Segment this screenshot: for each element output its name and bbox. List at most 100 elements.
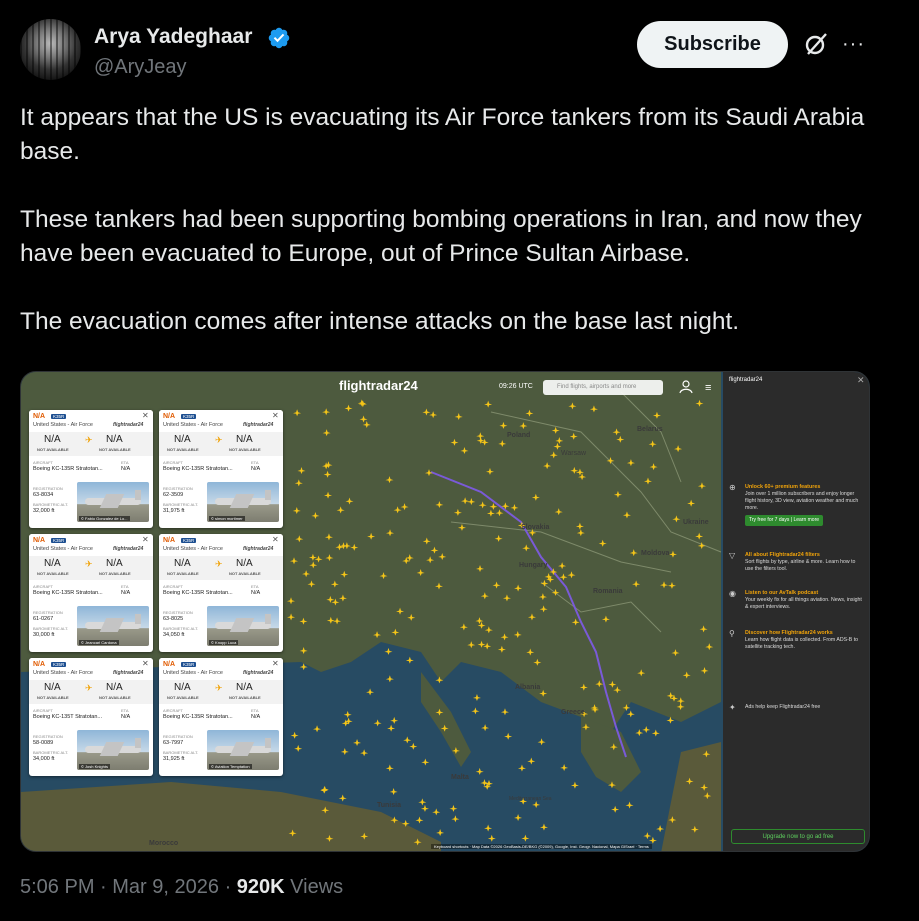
registration-label: REGISTRATION — [33, 734, 63, 739]
altitude-value: 31,975 ft — [163, 508, 185, 514]
antenna-icon: ⚲ — [729, 629, 735, 638]
plane-icon: ✈ — [85, 435, 93, 445]
eta-label: ETA — [121, 584, 129, 589]
destination-sub: NOT AVAILABLE — [99, 695, 131, 700]
close-icon[interactable]: ✕ — [142, 411, 149, 420]
destination: N/A — [236, 558, 253, 569]
subscribe-button[interactable]: Subscribe — [637, 21, 788, 68]
map-label: Moldova — [641, 550, 670, 557]
how-it-works-promo[interactable]: ⚲ Discover how Flightradar24 works Learn… — [729, 629, 865, 651]
flight-card[interactable]: N/A K35R ✕ United States - Air Force fli… — [159, 658, 283, 776]
flight-card[interactable]: N/A K35R ✕ United States - Air Force fli… — [29, 534, 153, 652]
aircraft-value: Boeing KC-135T Stratotan... — [33, 714, 102, 720]
airline-name: United States - Air Force — [163, 422, 223, 428]
flight-card[interactable]: N/A K35R ✕ United States - Air Force fli… — [29, 658, 153, 776]
destination-sub: NOT AVAILABLE — [99, 571, 131, 576]
flight-card[interactable]: N/A K35R ✕ United States - Air Force fli… — [159, 534, 283, 652]
flightradar-logo: flightradar24 — [339, 378, 418, 393]
tweet-header: Arya Yadeghaar @AryJeay Subscribe ··· — [0, 0, 919, 90]
registration-value: 63-8025 — [163, 616, 184, 622]
origin: N/A — [174, 558, 191, 569]
eta-label: ETA — [121, 708, 129, 713]
eta-value: N/A — [251, 466, 261, 472]
views-label: Views — [290, 876, 344, 898]
aircraft-label: AIRCRAFT — [33, 460, 53, 465]
callsign: N/A — [33, 413, 46, 420]
aircraft-type-badge: K35R — [181, 662, 197, 667]
eta-label: ETA — [251, 708, 259, 713]
close-icon[interactable]: ✕ — [142, 659, 149, 668]
plane-icon: ✈ — [215, 559, 223, 569]
origin: N/A — [174, 682, 191, 693]
eta-label: ETA — [251, 584, 259, 589]
registration-value: 62-3509 — [163, 492, 184, 498]
altitude-value: 34,000 ft — [33, 756, 55, 762]
callsign: N/A — [163, 537, 176, 544]
filters-promo[interactable]: ▽ All about Flightradar24 filters Sort f… — [729, 551, 865, 573]
more-options-icon[interactable]: ··· — [842, 33, 865, 56]
close-icon[interactable]: ✕ — [272, 659, 279, 668]
eta-label: ETA — [251, 460, 259, 465]
podcast-icon: ◉ — [729, 589, 736, 598]
aircraft-value: Boeing KC-135R Stratotan... — [163, 590, 233, 596]
flight-search-input[interactable]: Find flights, airports and more — [543, 380, 663, 395]
close-icon[interactable]: ✕ — [272, 411, 279, 420]
flight-card[interactable]: N/A K35R ✕ United States - Air Force fli… — [29, 410, 153, 528]
map-label: Poland — [507, 432, 531, 439]
photo-credit: © Jeancarl Cardona — [79, 640, 119, 645]
aircraft-type-badge: K35R — [181, 538, 197, 543]
origin-sub: NOT AVAILABLE — [167, 571, 199, 576]
tweet-meta: 5:06 PM · Mar 9, 2026 · 920K Views — [20, 876, 343, 899]
grok-icon[interactable] — [803, 31, 829, 57]
flightradar-brand: flightradar24 — [113, 670, 144, 676]
altitude-value: 34,050 ft — [163, 632, 185, 638]
plane-icon: ✈ — [215, 435, 223, 445]
origin-sub: NOT AVAILABLE — [37, 571, 69, 576]
filter-icon: ▽ — [729, 551, 736, 560]
free-trial-button[interactable]: Try free for 7 days | Learn more — [745, 515, 824, 526]
podcast-promo[interactable]: ◉ Listen to our AvTalk podcast Your week… — [729, 589, 865, 611]
handle[interactable]: @AryJeay — [94, 56, 187, 79]
login-icon[interactable] — [677, 378, 695, 396]
registration-label: REGISTRATION — [163, 610, 193, 615]
registration-value: 63-7997 — [163, 740, 184, 746]
callsign: N/A — [33, 537, 46, 544]
close-icon[interactable]: ✕ — [857, 375, 865, 386]
close-icon[interactable]: ✕ — [142, 535, 149, 544]
flightradar-topbar: flightradar24 09:26 UTC Find flights, ai… — [21, 372, 721, 400]
avatar[interactable] — [20, 19, 81, 80]
flight-card[interactable]: N/A K35R ✕ United States - Air Force fli… — [159, 410, 283, 528]
map-label: Slovakia — [521, 524, 550, 531]
tweet-paragraph: These tankers had been supporting bombin… — [20, 206, 862, 267]
display-name[interactable]: Arya Yadeghaar — [94, 25, 252, 49]
destination: N/A — [236, 682, 253, 693]
ads-text: Ads help keep Flightradar24 free — [745, 704, 821, 710]
destination: N/A — [106, 434, 123, 445]
post-time[interactable]: 5:06 PM — [20, 876, 94, 898]
close-icon[interactable]: ✕ — [272, 535, 279, 544]
airline-name: United States - Air Force — [163, 546, 223, 552]
promo-title: Discover how Flightradar24 works — [745, 630, 833, 636]
destination-sub: NOT AVAILABLE — [99, 447, 131, 452]
eta-label: ETA — [121, 460, 129, 465]
origin-sub: NOT AVAILABLE — [37, 695, 69, 700]
map-label: Albania — [515, 684, 541, 691]
hamburger-menu-icon[interactable]: ≡ — [705, 382, 711, 394]
views-count: 920K — [236, 876, 285, 898]
tweet-media-image[interactable]: flightradar24 09:26 UTC Find flights, ai… — [20, 371, 870, 852]
callsign: N/A — [163, 661, 176, 668]
post-date[interactable]: Mar 9, 2026 — [112, 876, 219, 898]
photo-credit: © Fabio Gonzalez de Lo... — [79, 516, 130, 521]
aircraft-type-badge: K35R — [181, 414, 197, 419]
verified-badge-icon — [268, 27, 290, 49]
airline-name: United States - Air Force — [33, 422, 93, 428]
map-attribution: Keyboard shortcuts · Map Data ©2026 GeoB… — [431, 844, 652, 849]
map-label: Tunisia — [377, 802, 401, 809]
photo-credit: © Josh Knights — [79, 764, 110, 769]
premium-promo[interactable]: ⊕ Unlock 60+ premium features Join over … — [729, 484, 865, 526]
upgrade-button[interactable]: Upgrade now to go ad free — [731, 829, 865, 844]
destination: N/A — [106, 558, 123, 569]
plane-icon: ✈ — [85, 683, 93, 693]
utc-clock: 09:26 UTC — [499, 383, 533, 390]
photo-credit: © simon mortimer — [209, 516, 245, 521]
